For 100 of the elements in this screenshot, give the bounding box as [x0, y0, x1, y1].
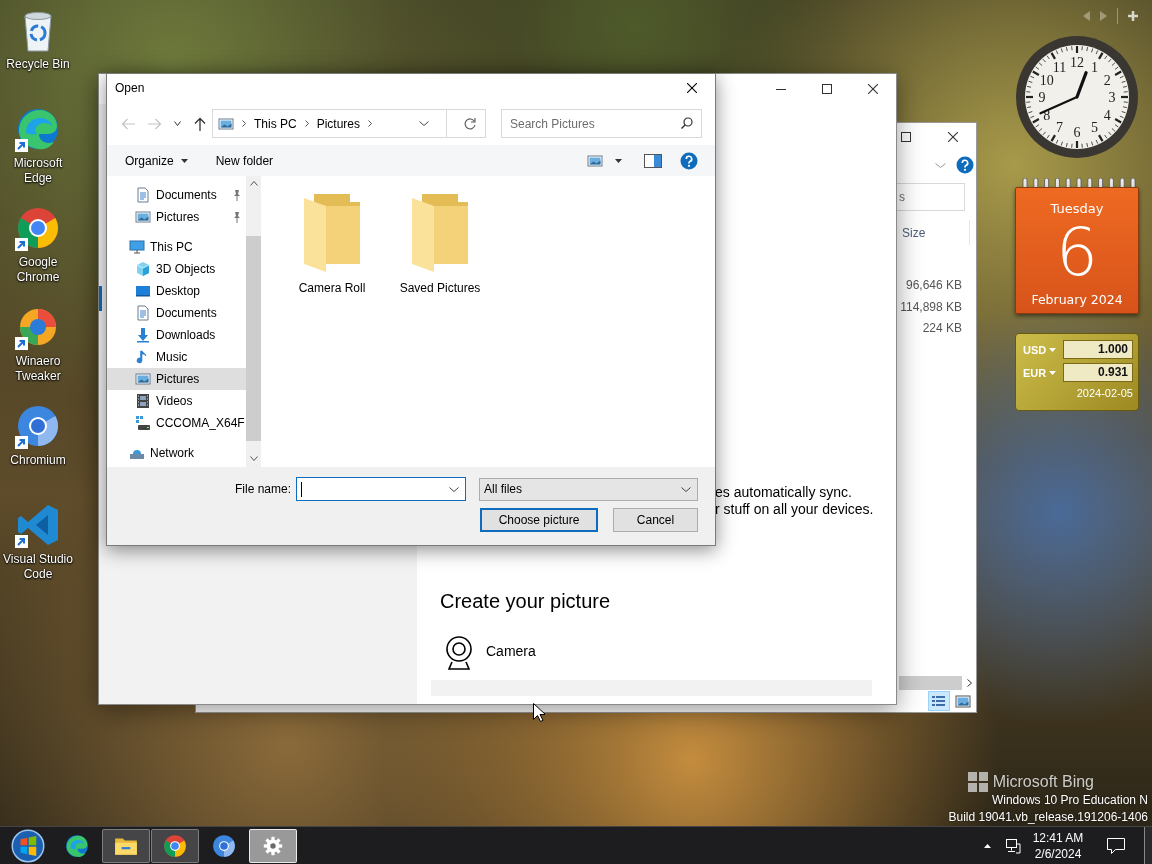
new-folder-button[interactable]: New folder: [209, 148, 280, 173]
rate-value: 1.000: [1063, 340, 1133, 359]
monitor-icon: [129, 239, 145, 255]
desktop-icon-label[interactable]: Winaero Tweaker: [0, 354, 76, 384]
selection-indicator: [99, 286, 102, 311]
taskbar-app-button[interactable]: [102, 828, 150, 863]
close-icon: [868, 84, 878, 94]
webcam-icon: [444, 636, 474, 670]
desktop-icon-label[interactable]: Recycle Bin: [6, 57, 70, 72]
help-icon[interactable]: [956, 156, 974, 174]
scrollbar-thumb[interactable]: [246, 236, 261, 441]
cancel-button[interactable]: Cancel: [613, 508, 698, 532]
nav-item[interactable]: Desktop: [107, 280, 246, 302]
chevron-right-icon: [304, 120, 309, 127]
chevron-right-icon: [368, 120, 373, 127]
taskbar-app-button[interactable]: [151, 828, 199, 863]
chevron-right-icon: [242, 120, 246, 127]
nav-item[interactable]: Videos: [107, 390, 246, 412]
clock-numeral: 1: [1091, 59, 1098, 75]
logo-text: Microsoft Bing: [992, 772, 1094, 792]
clock-numeral: 9: [1038, 90, 1046, 105]
rate-date: 2024-02-05: [1076, 387, 1133, 399]
browser-logo-icon: [162, 832, 188, 859]
scroll-right-icon[interactable]: [967, 679, 972, 687]
weekday-label: Tuesday: [1050, 201, 1104, 216]
cube-icon: [135, 261, 151, 277]
chevron-down-icon: [449, 486, 459, 492]
edition-text: Windows 10 Pro Education N: [991, 792, 1148, 809]
organize-button[interactable]: Organize: [119, 148, 194, 173]
taskbar-app-button[interactable]: [249, 828, 297, 863]
nav-item[interactable]: Documents: [107, 184, 246, 206]
desktop-icon-label[interactable]: Chromium: [10, 453, 66, 468]
pin-icon: [232, 211, 242, 223]
wave-logo-icon: [64, 832, 90, 859]
clock-button[interactable]: 12:41 AM 2/6/2024: [1028, 827, 1088, 864]
close-icon: [948, 132, 958, 142]
breadcrumb-item[interactable]: This PC: [254, 116, 297, 131]
nav-item[interactable]: Documents: [107, 302, 246, 324]
circle-logo-icon: [211, 832, 237, 859]
size-cell-text: 114,898 KB: [900, 298, 962, 316]
desktop-icon-label[interactable]: Microsoft Edge: [0, 156, 76, 186]
show-desktop-button[interactable]: [1144, 827, 1152, 864]
chevron-down-icon: [935, 162, 946, 168]
details-view-icon: [931, 693, 947, 709]
notification-icon: [1107, 837, 1125, 854]
month-year-label: February 2024: [1031, 292, 1123, 307]
windows-orb-icon: [10, 827, 46, 864]
left-arrow-icon: [121, 117, 135, 130]
breadcrumb-item[interactable]: Pictures: [316, 116, 361, 131]
nav-item[interactable]: Pictures: [107, 368, 246, 390]
clock-numeral: 2: [1103, 72, 1111, 88]
nav-item[interactable]: Network: [107, 442, 246, 464]
close-icon: [687, 83, 697, 93]
chevron-down-icon: [173, 121, 181, 126]
scrollbar-thumb[interactable]: [899, 676, 962, 690]
thumbnail-view-icon: [955, 693, 971, 709]
folder-name[interactable]: Saved Pictures: [399, 281, 481, 295]
maximize-icon: [822, 84, 832, 94]
clock-numeral: 5: [1091, 120, 1098, 136]
up-arrow-icon: [194, 116, 206, 131]
nav-item[interactable]: Downloads: [107, 324, 246, 346]
nav-item[interactable]: Pictures: [107, 206, 246, 228]
folder-name[interactable]: Camera Roll: [298, 281, 366, 295]
film-icon: [135, 393, 151, 409]
scroll-up-icon[interactable]: [249, 181, 258, 186]
description-line: r stuff on all your devices.: [715, 501, 875, 518]
four-squares-icon: [967, 772, 988, 792]
search-field[interactable]: Search Pictures: [501, 109, 702, 138]
desktop-icon-label[interactable]: Visual Studio Code: [0, 552, 76, 582]
add-icon[interactable]: [1128, 11, 1138, 21]
picture-icon: [135, 371, 151, 387]
caret-icon: [1049, 347, 1057, 352]
right-arrow-icon: [148, 117, 162, 130]
clock-numeral: 3: [1108, 90, 1116, 105]
column-header[interactable]: Size: [898, 220, 970, 245]
window-title: Open: [115, 81, 145, 95]
file-name-field[interactable]: [296, 477, 466, 501]
nav-item[interactable]: Music: [107, 346, 246, 368]
picture-icon: [135, 209, 151, 225]
nav-item[interactable]: CCCOMA_X64F: [107, 412, 246, 434]
build-text: Build 19041.vb_release.191206-1406: [948, 809, 1148, 826]
clock-numeral: 10: [1039, 72, 1054, 88]
file-type-dropdown[interactable]: All files: [479, 477, 698, 501]
download-icon: [135, 327, 151, 343]
option-item[interactable]: Camera: [444, 636, 536, 670]
choose-picture-button[interactable]: Choose picture: [480, 508, 598, 532]
nav-item[interactable]: 3D Objects: [107, 258, 246, 280]
document-icon: [135, 305, 151, 321]
refresh-icon: [464, 117, 476, 130]
pin-icon: [232, 189, 242, 201]
preview-pane-icon: [644, 153, 662, 168]
size-cell-text: 96,646 KB: [905, 277, 962, 294]
view-button[interactable]: [928, 691, 950, 711]
nav-item[interactable]: This PC: [107, 236, 246, 258]
chevron-down-icon: [419, 121, 429, 126]
help-icon: [680, 151, 698, 170]
search-field[interactable]: s: [895, 183, 965, 211]
scroll-down-icon[interactable]: [249, 456, 258, 461]
desktop-icon-label[interactable]: Google Chrome: [0, 255, 76, 285]
address-bar[interactable]: This PC Pictures: [212, 109, 486, 138]
